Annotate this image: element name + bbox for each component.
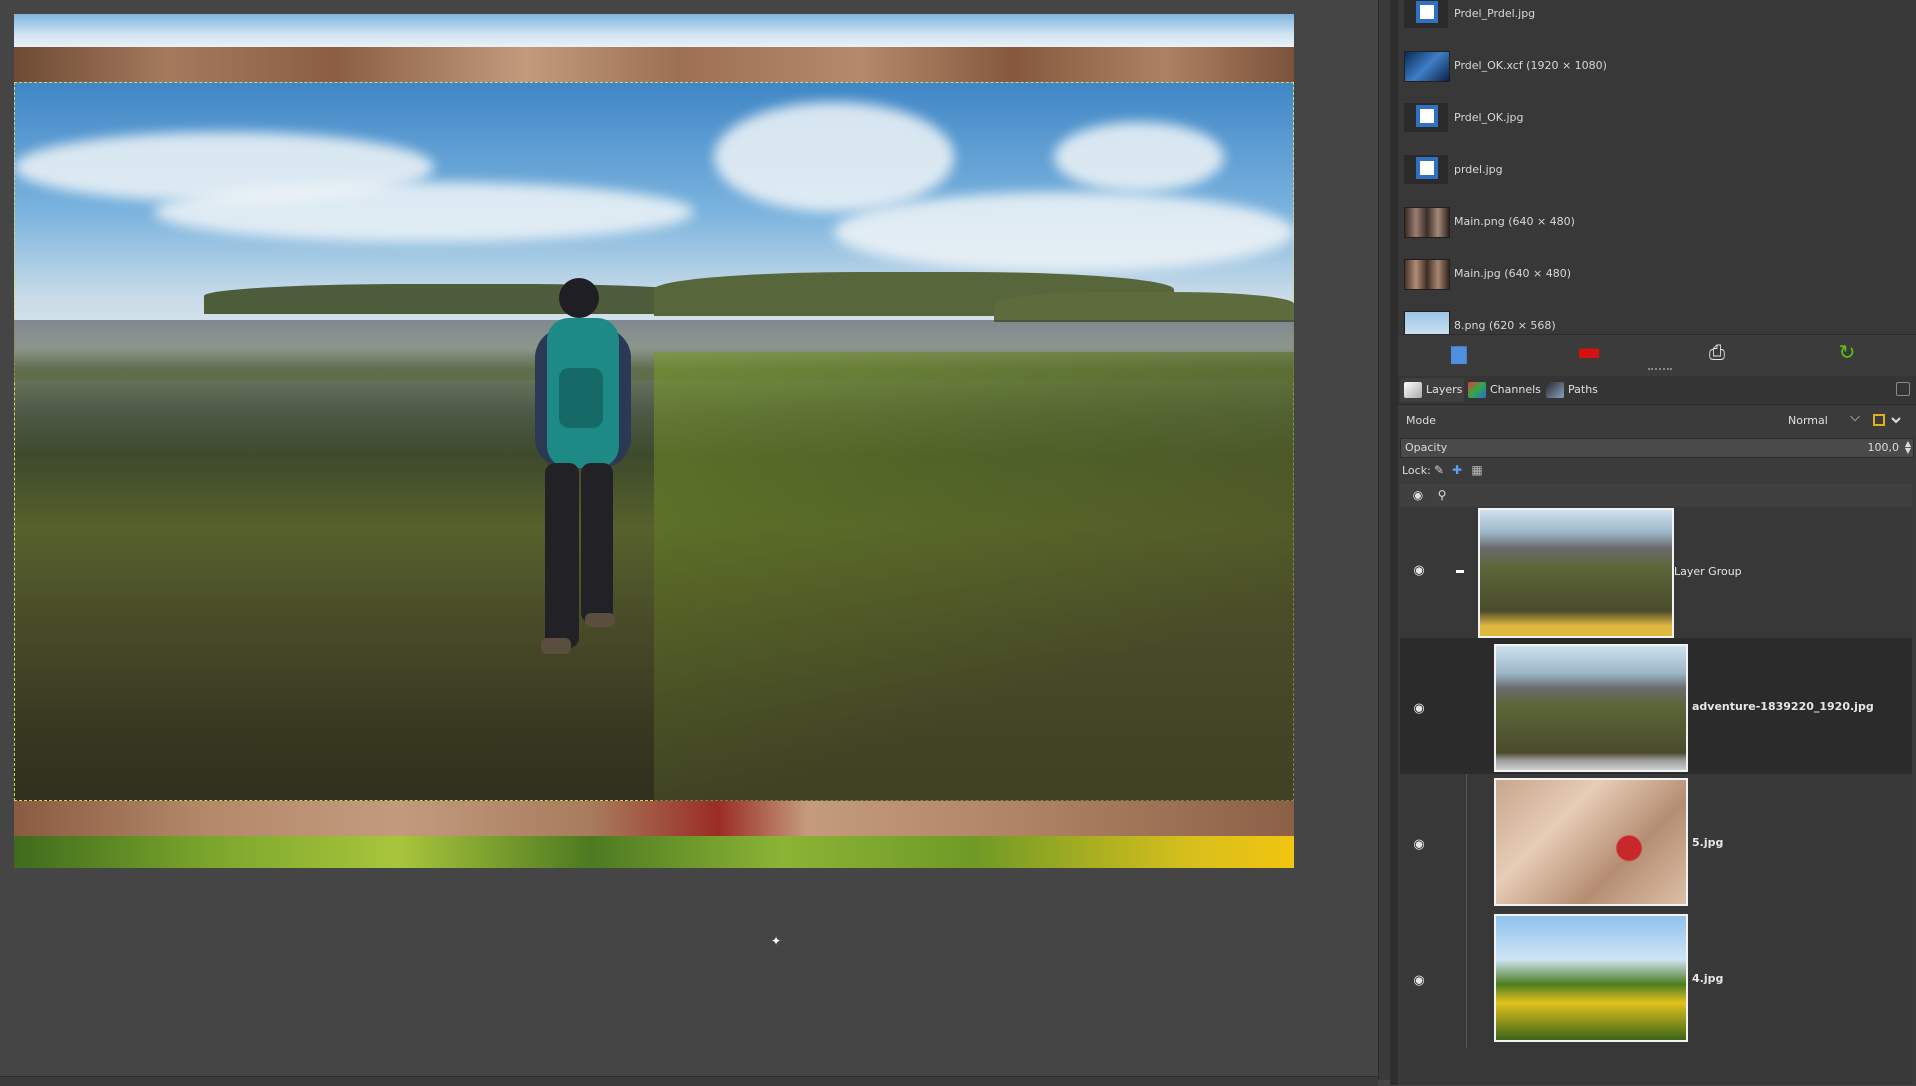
- image-list-item[interactable]: Main.jpg (640 × 480): [1398, 250, 1898, 302]
- image-list-item-label: Prdel_OK.xcf (1920 × 1080): [1454, 59, 1607, 72]
- layers-icon: [1404, 382, 1422, 398]
- mode-row: Mode Normal: [1398, 406, 1916, 436]
- tab-channels[interactable]: Channels: [1464, 378, 1547, 402]
- open-image-icon[interactable]: ▆: [1446, 341, 1472, 363]
- image-list-item[interactable]: Prdel_Prdel.jpg: [1398, 0, 1898, 42]
- layer-list-header: ◉ ⚲: [1400, 484, 1912, 506]
- layer-strip-wheat-top: [14, 47, 1294, 82]
- layer-row-5jpg[interactable]: ◉ 5.jpg: [1400, 774, 1912, 910]
- layer-name: 5.jpg: [1692, 836, 1724, 849]
- image-list-item-label: prdel.jpg: [1454, 163, 1503, 176]
- channels-icon: [1468, 382, 1486, 398]
- image-list-item[interactable]: 8.png (620 × 568): [1398, 302, 1898, 334]
- mode-dropdown[interactable]: Normal: [1788, 407, 1864, 432]
- layer-name: 4.jpg: [1692, 972, 1724, 985]
- hiker-figure: [535, 278, 631, 654]
- image-list-item[interactable]: Prdel_OK.xcf (1920 × 1080): [1398, 42, 1898, 94]
- lock-alpha-icon[interactable]: ▦: [1470, 463, 1484, 477]
- eye-icon[interactable]: ◉: [1410, 972, 1428, 990]
- hiker-photo: [14, 82, 1294, 801]
- eye-icon[interactable]: ◉: [1410, 836, 1428, 854]
- cloud: [154, 182, 694, 242]
- opacity-spinner-icon[interactable]: ▲ ▼: [1905, 440, 1911, 455]
- group-collapse-icon[interactable]: [1456, 570, 1464, 573]
- image-thumbnail: [1404, 207, 1450, 238]
- composite-mode-button[interactable]: [1872, 411, 1908, 431]
- tab-paths[interactable]: Paths: [1542, 378, 1604, 402]
- image-list-item-label: Main.jpg (640 × 480): [1454, 267, 1572, 280]
- grass-slope: [654, 352, 1294, 801]
- cloud: [714, 102, 954, 212]
- visibility-header-icon[interactable]: ◉: [1410, 487, 1426, 503]
- opacity-value: 100,0: [1867, 441, 1900, 454]
- image-file-icon: [1404, 155, 1448, 184]
- layer-thumbnail: [1494, 914, 1688, 1042]
- eye-icon[interactable]: ◉: [1410, 700, 1428, 718]
- pointer-crosshair-icon: ✦: [770, 934, 782, 948]
- layer-list: ◉ Layer Group ◉ adventure-1839220_1920.j…: [1400, 508, 1912, 1085]
- eye-icon[interactable]: ◉: [1410, 562, 1428, 580]
- image-canvas[interactable]: ✦: [0, 0, 1378, 1085]
- tab-label: Channels: [1490, 383, 1541, 396]
- layer-row-4jpg[interactable]: ◉ 4.jpg: [1400, 910, 1912, 1046]
- tab-layers[interactable]: Layers: [1400, 378, 1469, 402]
- layer-name: Layer Group: [1674, 565, 1742, 578]
- refresh-icon[interactable]: ↻: [1834, 341, 1860, 363]
- tab-label: Paths: [1568, 383, 1598, 396]
- image-list-item-label: Prdel_OK.jpg: [1454, 111, 1524, 124]
- image-list-item-label: Main.png (640 × 480): [1454, 215, 1575, 228]
- lock-position-icon[interactable]: ✚: [1450, 463, 1464, 477]
- layer-strip-sky: [14, 14, 1294, 47]
- chain-header-icon[interactable]: ⚲: [1434, 487, 1450, 503]
- print-icon[interactable]: ⎙: [1704, 341, 1730, 363]
- dock-separator[interactable]: [1390, 0, 1398, 1085]
- layer-row-group[interactable]: ◉ Layer Group: [1400, 508, 1912, 644]
- image-list-item[interactable]: prdel.jpg: [1398, 146, 1898, 198]
- image-file-icon: [1404, 0, 1448, 28]
- image-thumbnail: [1404, 311, 1450, 334]
- lock-label: Lock:: [1402, 464, 1431, 477]
- layer-name: adventure-1839220_1920.jpg: [1692, 700, 1874, 713]
- layer-strip-sunflower: [14, 836, 1294, 868]
- images-toolbar: ▆ ▬ ⎙ ↻: [1398, 334, 1916, 369]
- tab-menu-icon[interactable]: [1896, 382, 1910, 396]
- mode-value: Normal: [1788, 414, 1828, 427]
- image-list-item-label: Prdel_Prdel.jpg: [1454, 7, 1536, 20]
- mode-label: Mode: [1406, 414, 1436, 427]
- layer-thumbnail: [1494, 644, 1688, 772]
- right-dock: Prdel_Prdel.jpg Prdel_OK.xcf (1920 × 108…: [1398, 0, 1916, 1085]
- dock-tab-bar: Layers Channels Paths: [1398, 376, 1916, 405]
- lock-row: Lock: ✎ ✚ ▦: [1398, 460, 1916, 482]
- layer-row-adventure[interactable]: ◉ adventure-1839220_1920.jpg: [1400, 638, 1912, 774]
- paths-icon: [1546, 382, 1564, 398]
- lock-pixels-icon[interactable]: ✎: [1432, 463, 1446, 477]
- layer-strip-wheat-bottom: [14, 801, 1294, 836]
- opacity-label: Opacity: [1405, 441, 1448, 454]
- image-composite[interactable]: [14, 14, 1294, 868]
- cloud: [834, 192, 1294, 272]
- cloud: [1054, 122, 1224, 192]
- layer-thumbnail: [1494, 778, 1688, 906]
- layer-thumbnail: [1478, 508, 1674, 638]
- dock-resize-grip[interactable]: [1648, 368, 1672, 374]
- delete-icon[interactable]: ▬: [1576, 339, 1602, 365]
- image-thumbnail: [1404, 259, 1450, 290]
- image-file-icon: [1404, 103, 1448, 132]
- image-thumbnail: [1404, 51, 1450, 82]
- tab-label: Layers: [1426, 383, 1463, 396]
- opacity-slider[interactable]: Opacity 100,0 ▲ ▼: [1400, 438, 1914, 458]
- image-list-item[interactable]: Main.png (640 × 480): [1398, 198, 1898, 250]
- images-panel: Prdel_Prdel.jpg Prdel_OK.xcf (1920 × 108…: [1398, 0, 1916, 334]
- image-list-item[interactable]: Prdel_OK.jpg: [1398, 94, 1898, 146]
- mountain-ridge: [994, 292, 1294, 322]
- image-list-item-label: 8.png (620 × 568): [1454, 319, 1556, 332]
